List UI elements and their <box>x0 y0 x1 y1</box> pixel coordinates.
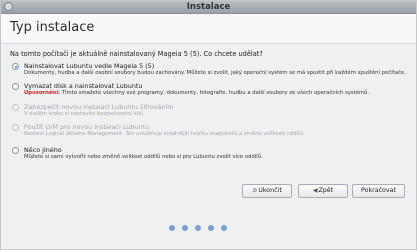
quit-button[interactable]: ⊘Ukončit <box>242 184 292 198</box>
step-dot <box>208 225 214 231</box>
step-dot <box>195 225 201 231</box>
back-button[interactable]: ◀Zpět <box>298 184 348 198</box>
installer-window: Instalace Typ instalace Na tomto počítač… <box>0 0 417 250</box>
option-install-alongside[interactable]: Nainstalovat Lubuntu vedle Mageia 5 (5) … <box>12 62 406 77</box>
title-bar[interactable]: Instalace <box>1 1 416 14</box>
next-button[interactable]: Pokračovat <box>352 184 405 198</box>
option-label: Vymazat disk a nainstalovat Lubuntu <box>24 82 143 90</box>
option-something-else[interactable]: Něco jiného Můžete si sami vytvořit nebo… <box>12 146 263 161</box>
page-title: Typ instalace <box>10 20 95 35</box>
quit-label: Ukončit <box>258 187 282 194</box>
option-label: Zabezpečit novou instalaci Lubuntu šifro… <box>24 103 174 111</box>
option-use-lvm: Použít LVM pro novou instalaci Lubuntu N… <box>12 123 305 138</box>
option-label: Něco jiného <box>24 146 62 154</box>
page-header: Typ instalace <box>1 14 416 44</box>
install-question: Na tomto počítači je aktuálně nainstalov… <box>10 50 263 58</box>
step-dot <box>182 225 188 231</box>
next-label: Pokračovat <box>361 187 396 194</box>
option-description: Nastaví Logical Volume Management. Ten u… <box>24 131 305 137</box>
option-erase-disk[interactable]: Vymazat disk a nainstalovat Lubuntu Upoz… <box>12 82 369 97</box>
back-label: Zpět <box>318 187 334 194</box>
option-encrypt: Zabezpečit novou instalaci Lubuntu šifro… <box>12 103 174 118</box>
option-label: Použít LVM pro novou instalaci Lubuntu <box>24 123 150 131</box>
option-description: V dalším kroku si nastavíte bezpečnostní… <box>24 111 145 117</box>
option-label: Nainstalovat Lubuntu vedle Mageia 5 (5) <box>24 62 155 70</box>
step-dot <box>221 225 227 231</box>
radio-something-else[interactable] <box>12 147 19 154</box>
checkbox-encrypt <box>12 104 19 111</box>
stop-icon: ⊘ <box>252 187 258 194</box>
step-dot <box>169 225 175 231</box>
option-description: Upozornění: Tímto smažete všechny své pr… <box>24 90 369 97</box>
option-description-text: Tímto smažete všechny své programy, doku… <box>61 90 370 96</box>
radio-erase-disk[interactable] <box>12 83 19 90</box>
arrow-left-icon: ◀ <box>312 187 318 194</box>
radio-install-alongside[interactable] <box>12 63 19 70</box>
warning-text: Upozornění: <box>24 90 61 96</box>
checkbox-use-lvm <box>12 124 19 131</box>
window-title: Instalace <box>186 2 231 12</box>
option-description: Můžete si sami vytvořit nebo změnit veli… <box>24 154 263 160</box>
option-description: Dokumenty, hudba a další osobní soubory … <box>24 70 406 76</box>
